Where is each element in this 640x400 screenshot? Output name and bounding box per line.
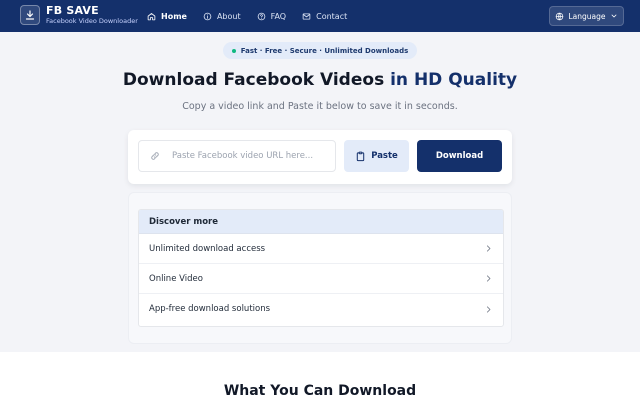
nav-contact-label: Contact (316, 11, 348, 21)
page-title: Download Facebook Videos in HD Quality (0, 70, 640, 90)
chevron-down-icon (611, 14, 616, 18)
download-logo-icon (20, 5, 40, 25)
language-label: Language (568, 11, 606, 21)
language-selector[interactable]: Language (549, 6, 624, 26)
url-input[interactable] (172, 151, 332, 161)
main-nav: Home About FAQ Contact (147, 0, 363, 32)
brand[interactable]: FB SAVE Facebook Video Downloader (20, 5, 138, 25)
brand-name: FB SAVE (46, 4, 99, 18)
globe-icon (556, 12, 564, 20)
download-button[interactable]: Download (417, 140, 502, 172)
help-icon (257, 12, 265, 20)
chevron-right-icon (486, 305, 491, 313)
discover-heading: Discover more (139, 210, 503, 234)
discover-panel: Discover more Unlimited download access … (138, 209, 504, 327)
list-item-label: Unlimited download access (149, 243, 266, 254)
nav-home[interactable]: Home (147, 12, 187, 21)
page-title-accent: in HD Quality (390, 70, 518, 90)
list-item[interactable]: Online Video (139, 264, 503, 294)
nav-faq[interactable]: FAQ (257, 11, 287, 21)
brand-tagline: Facebook Video Downloader (46, 17, 138, 26)
status-dot-icon (231, 48, 236, 53)
section-title: What You Can Download (223, 383, 417, 399)
mail-icon (302, 12, 311, 20)
nav-about[interactable]: About (203, 12, 241, 21)
chevron-right-icon (486, 245, 491, 252)
feature-pill-text: Fast · Free · Secure · Unlimited Downloa… (240, 46, 409, 55)
paste-button-label: Paste (371, 151, 398, 161)
feature-pill: Fast · Free · Secure · Unlimited Downloa… (223, 42, 417, 59)
nav-faq-label: FAQ (270, 11, 287, 21)
chevron-right-icon (486, 275, 491, 282)
paste-button[interactable]: Paste (344, 140, 409, 172)
home-icon (147, 12, 156, 20)
list-item[interactable]: Unlimited download access (139, 234, 503, 264)
link-icon (151, 152, 159, 160)
list-item[interactable]: App-free download solutions (139, 294, 503, 324)
page-title-main: Download Facebook Videos (122, 70, 391, 90)
discover-section: Discover more Unlimited download access … (128, 192, 512, 344)
nav-home-label: Home (161, 11, 187, 21)
url-input-wrapper[interactable] (138, 140, 336, 172)
list-item-label: App-free download solutions (149, 304, 271, 314)
page-subtitle: Copy a video link and Paste it below to … (182, 101, 458, 112)
download-card: Paste Download (128, 130, 512, 184)
info-icon (203, 12, 212, 20)
nav-contact[interactable]: Contact (302, 12, 347, 21)
list-item-label: Online Video (149, 273, 203, 284)
nav-about-label: About (216, 11, 241, 21)
hero-section: Fast · Free · Secure · Unlimited Downloa… (0, 32, 640, 352)
top-header: FB SAVE Facebook Video Downloader Home A… (0, 0, 640, 32)
clipboard-icon (356, 151, 365, 161)
